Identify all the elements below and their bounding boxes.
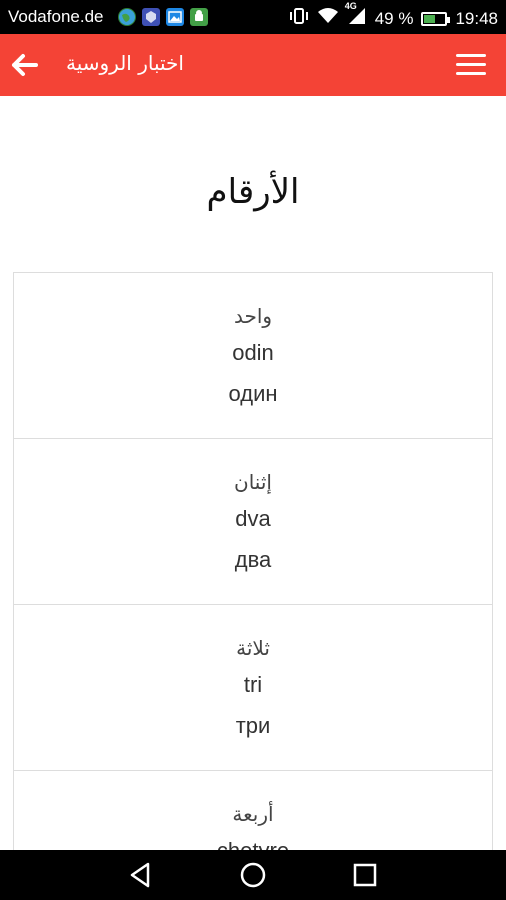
transliteration: tri: [243, 672, 263, 697]
russian-word: один: [228, 381, 278, 406]
image-icon: [166, 8, 184, 26]
wifi-icon: [317, 7, 339, 30]
app-toolbar: اختبار الروسية: [0, 34, 506, 96]
word-card[interactable]: أربعة chetyre: [13, 771, 493, 850]
recents-square-icon: [353, 863, 377, 887]
content-area[interactable]: الأرقام واحد odin один إثنان dva два ثلا…: [0, 96, 506, 850]
system-status-icons: 4G 49 % 19:48: [289, 1, 498, 30]
network-type: 4G: [344, 1, 357, 11]
russian-word: два: [234, 547, 272, 572]
back-button[interactable]: [10, 50, 40, 80]
nav-home-button[interactable]: [238, 860, 268, 890]
arabic-word: واحد: [233, 304, 273, 328]
android-app-icon: [190, 8, 208, 26]
home-circle-icon: [240, 862, 266, 888]
nav-back-button[interactable]: [126, 860, 156, 890]
shield-app-icon: [142, 8, 160, 26]
menu-button[interactable]: [456, 52, 486, 78]
arabic-word: ثلاثة: [236, 636, 270, 660]
nav-recents-button[interactable]: [350, 860, 380, 890]
globe-icon: [118, 8, 136, 26]
signal-icon: 4G: [345, 1, 367, 30]
arrow-left-icon: [12, 54, 38, 76]
page-title: الأرقام: [206, 172, 300, 212]
russian-word: три: [235, 713, 271, 738]
battery-percent: 49 %: [374, 8, 414, 28]
word-card[interactable]: إثنان dva два: [13, 439, 493, 605]
vibrate-icon: [289, 7, 309, 30]
battery-level-fill: [424, 14, 436, 23]
status-bar: Vodafone.de 4G 49 % 19:48: [0, 0, 506, 34]
carrier-name: Vodafone.de: [8, 7, 104, 26]
battery-icon: [421, 11, 451, 26]
transliteration: dva: [235, 506, 271, 531]
clock: 19:48: [455, 8, 498, 28]
toolbar-title: اختبار الروسية: [66, 51, 184, 75]
word-card[interactable]: واحد odin один: [13, 272, 493, 439]
notification-icons: [118, 8, 208, 26]
word-card[interactable]: ثلاثة tri три: [13, 605, 493, 771]
app-screen: Vodafone.de 4G 49 % 19:48 اختبار الروسية…: [0, 0, 506, 900]
navigation-bar: [0, 850, 506, 900]
back-triangle-icon: [130, 862, 150, 888]
hamburger-menu-icon: [456, 54, 486, 75]
arabic-word: أربعة: [232, 802, 274, 826]
word-list: واحد odin один إثنان dva два ثلاثة tri т…: [13, 272, 493, 850]
transliteration: chetyre: [14, 831, 492, 850]
transliteration: odin: [232, 340, 274, 365]
arabic-word: إثنان: [234, 470, 272, 494]
